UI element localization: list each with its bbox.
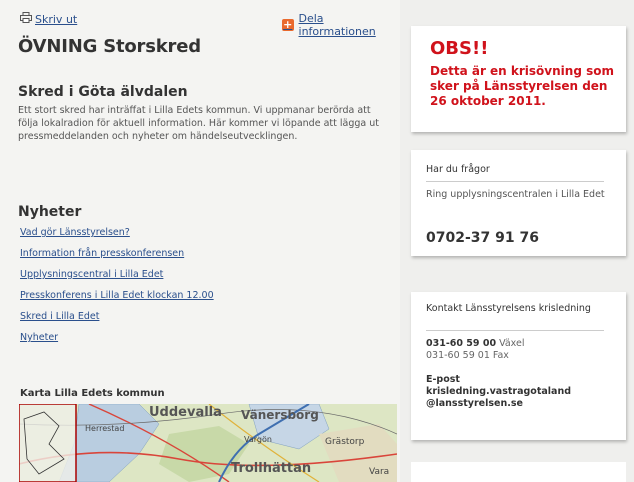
map-title: Karta Lilla Edets kommun — [20, 388, 165, 399]
news-link[interactable]: Information från presskonferensen — [20, 248, 184, 259]
sidebar-panel-partial — [411, 462, 626, 482]
print-label[interactable]: Skriv ut — [35, 13, 77, 26]
list-item: Skred i Lilla Edet — [20, 311, 214, 332]
news-link[interactable]: Skred i Lilla Edet — [20, 311, 99, 322]
news-link[interactable]: Upplysningscentral i Lilla Edet — [20, 269, 163, 280]
contact-box: Kontakt Länsstyrelsens krisledning 031-6… — [411, 292, 626, 440]
news-link[interactable]: Presskonferens i Lilla Edet klockan 12.0… — [20, 290, 214, 301]
map-place-label: Uddevalla — [149, 405, 222, 420]
map-place-label: Trollhättan — [231, 461, 311, 476]
map-place-label: Herrestad — [85, 424, 124, 433]
map-place-label: Grästorp — [325, 437, 365, 447]
contact-phone: 031-60 59 00 — [426, 338, 497, 349]
sidebar: OBS!! Detta är en krisövning som sker på… — [400, 0, 634, 482]
share-label[interactable]: Dela informationen — [299, 12, 400, 38]
alert-box: OBS!! Detta är en krisövning som sker på… — [411, 26, 626, 132]
contact-email-label: E-post — [426, 374, 460, 385]
contact-fax: 031-60 59 01 Fax — [426, 350, 509, 361]
questions-text: Ring upplysningscentralen i Lilla Edet — [426, 189, 605, 200]
list-item: Vad gör Länsstyrelsen? — [20, 227, 214, 248]
list-item: Upplysningscentral i Lilla Edet — [20, 269, 214, 290]
share-link[interactable]: + Dela informationen — [282, 12, 400, 38]
toolbar: Skriv ut + Dela informationen — [20, 12, 400, 38]
questions-phone: 0702-37 91 76 — [426, 230, 539, 246]
main-content: Skriv ut + Dela informationen ÖVNING Sto… — [0, 0, 400, 482]
news-list: Vad gör Länsstyrelsen? Information från … — [20, 227, 214, 353]
contact-email-line: @lansstyrelsen.se — [426, 398, 523, 409]
page-subtitle: Skred i Göta älvdalen — [18, 84, 188, 100]
plus-icon: + — [282, 18, 294, 31]
contact-heading: Kontakt Länsstyrelsens krisledning — [426, 303, 591, 314]
map-place-label: Vargön — [244, 435, 272, 444]
news-heading: Nyheter — [18, 204, 82, 220]
map-place-label: Vara — [369, 467, 389, 477]
printer-icon — [20, 12, 32, 26]
list-item: Nyheter — [20, 332, 214, 353]
divider — [426, 330, 604, 331]
questions-heading: Har du frågor — [426, 164, 490, 175]
list-item: Presskonferens i Lilla Edet klockan 12.0… — [20, 290, 214, 311]
municipality-map[interactable]: Uddevalla Vänersborg Herrestad Vargön Gr… — [19, 404, 397, 482]
questions-box: Har du frågor Ring upplysningscentralen … — [411, 150, 626, 256]
contact-email: E-post krisledning.vastragotaland @lanss… — [426, 374, 616, 410]
intro-text: Ett stort skred har inträffat i Lilla Ed… — [18, 105, 379, 142]
contact-phone-label: Växel — [499, 338, 525, 349]
contact-phone-line: 031-60 59 00 Växel — [426, 338, 525, 349]
map-place-label: Vänersborg — [241, 408, 319, 422]
alert-heading: OBS!! — [430, 38, 489, 59]
alert-text: Detta är en krisövning som sker på Länss… — [430, 64, 614, 108]
news-link[interactable]: Vad gör Länsstyrelsen? — [20, 227, 130, 238]
list-item: Information från presskonferensen — [20, 248, 214, 269]
print-link[interactable]: Skriv ut — [20, 12, 77, 26]
contact-email-line: krisledning.vastragotaland — [426, 386, 572, 397]
news-link[interactable]: Nyheter — [20, 332, 58, 343]
divider — [426, 181, 604, 182]
page-title: ÖVNING Storskred — [18, 36, 201, 57]
